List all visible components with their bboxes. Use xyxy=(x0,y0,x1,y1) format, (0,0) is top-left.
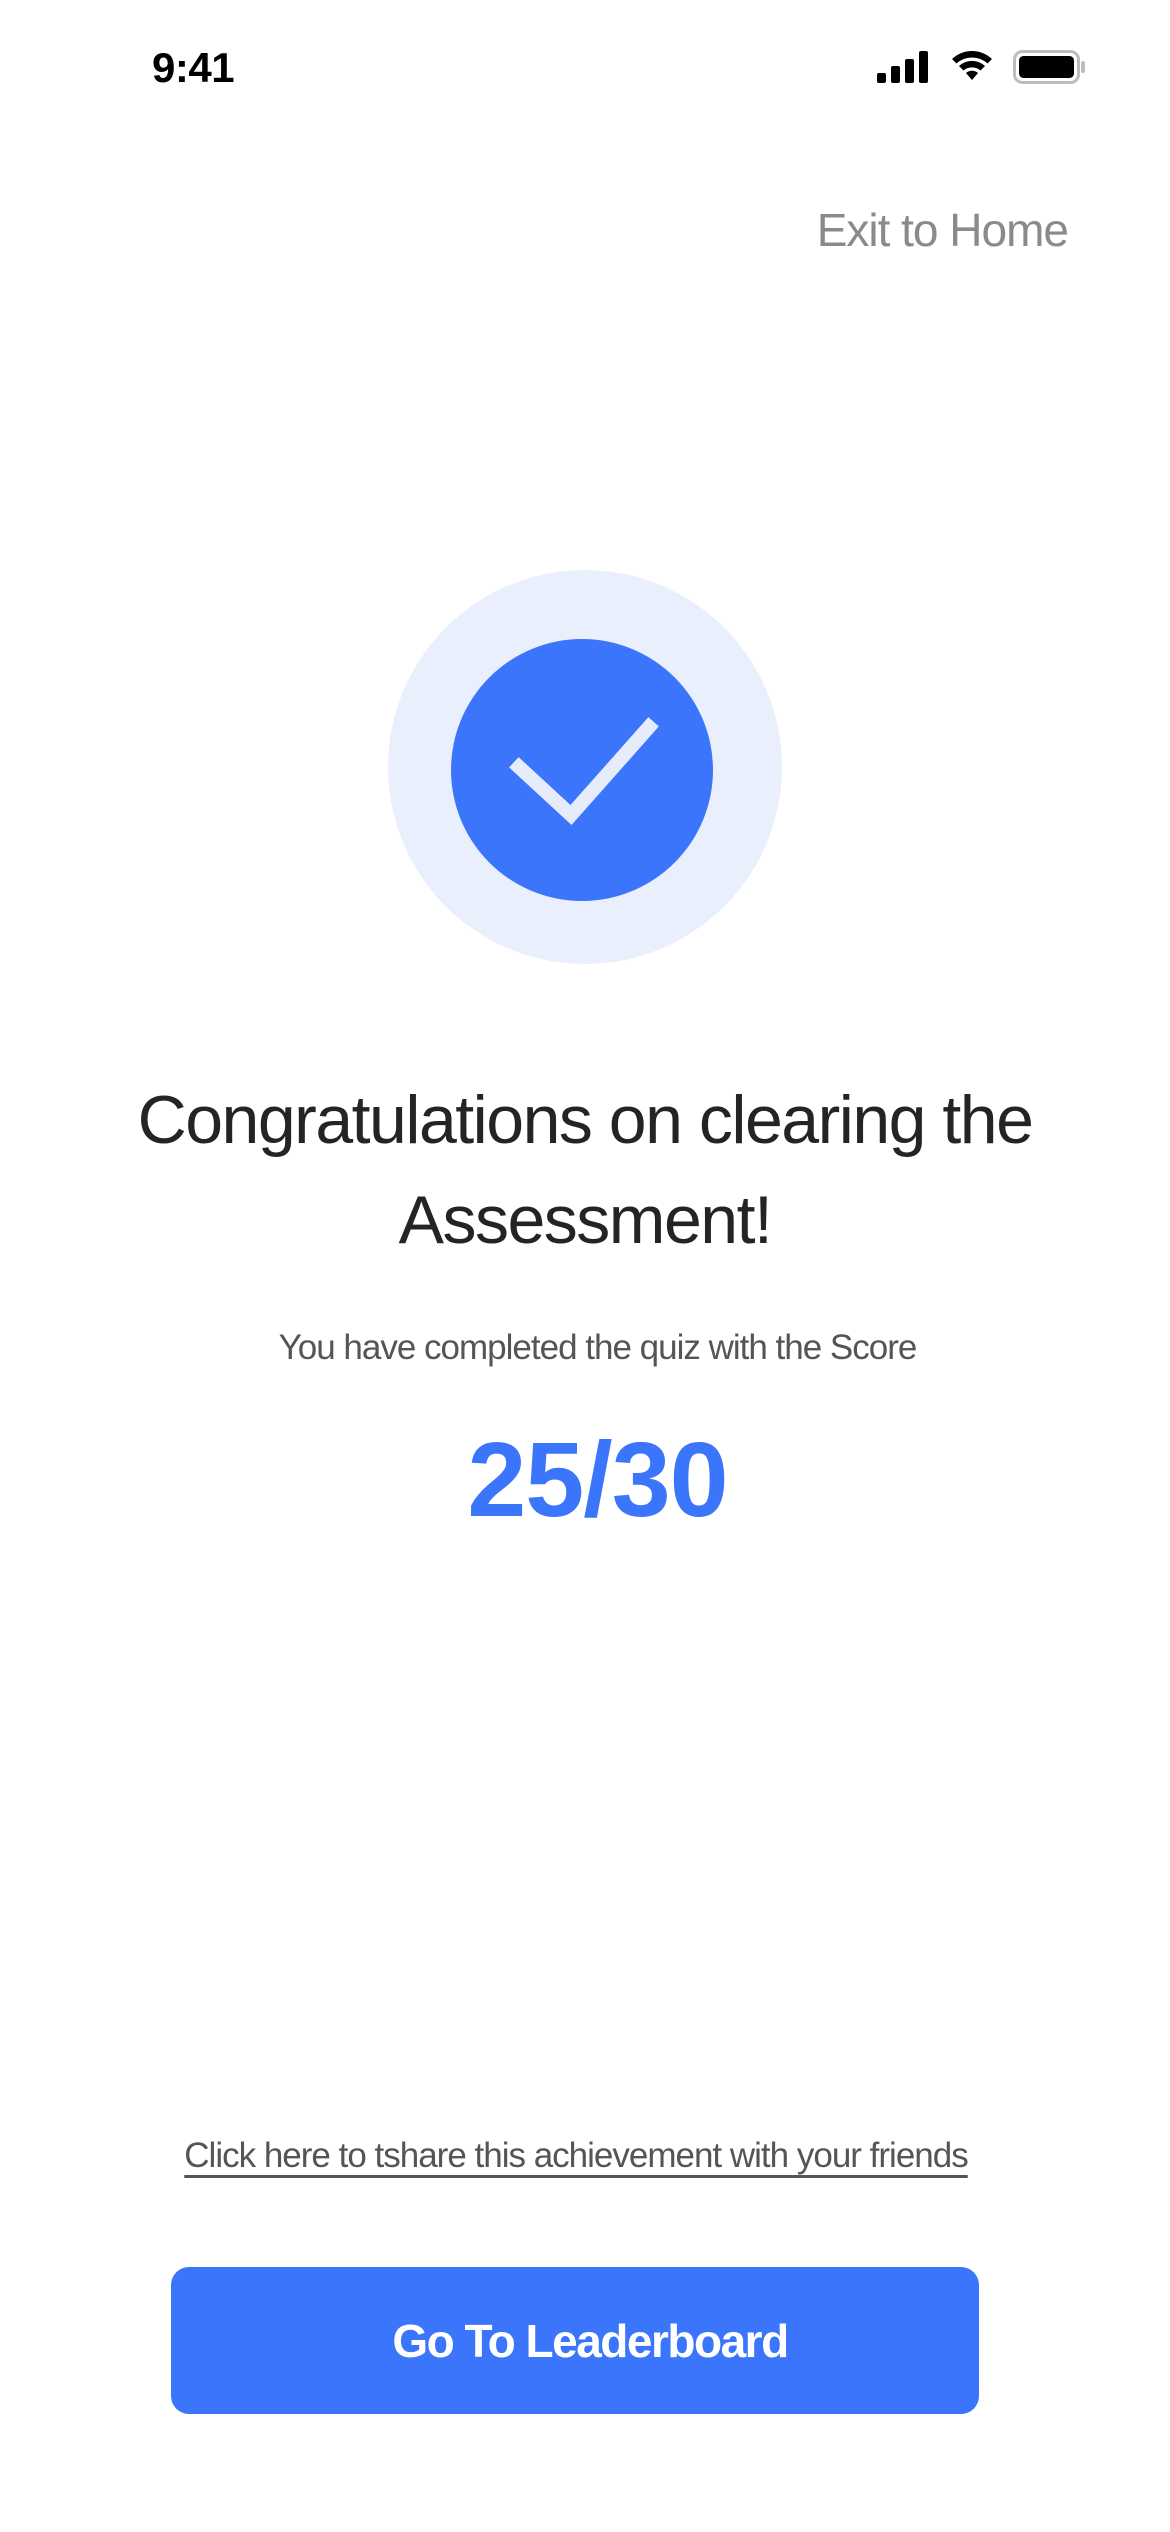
wifi-icon xyxy=(949,50,995,84)
success-badge xyxy=(388,570,782,964)
checkmark-icon xyxy=(509,717,659,825)
score-value: 25/30 xyxy=(467,1421,728,1539)
page-title: Congratulations on clearing the Assessme… xyxy=(137,1082,1034,1258)
go-to-leaderboard-button[interactable]: Go To Leaderboard xyxy=(171,2267,979,2414)
score-description: You have completed the quiz with the Sco… xyxy=(278,1328,918,1367)
status-time: 9:41 xyxy=(152,44,235,91)
status-bar: 9:41 xyxy=(0,0,1170,140)
battery-icon xyxy=(1013,50,1085,84)
cellular-signal-icon xyxy=(877,51,931,83)
status-icons xyxy=(877,50,1085,84)
share-achievement-link[interactable]: Click here to tshare this achievement wi… xyxy=(0,2136,1152,2176)
exit-to-home-link[interactable]: Exit to Home xyxy=(817,203,1069,257)
success-badge-circle xyxy=(451,639,713,901)
